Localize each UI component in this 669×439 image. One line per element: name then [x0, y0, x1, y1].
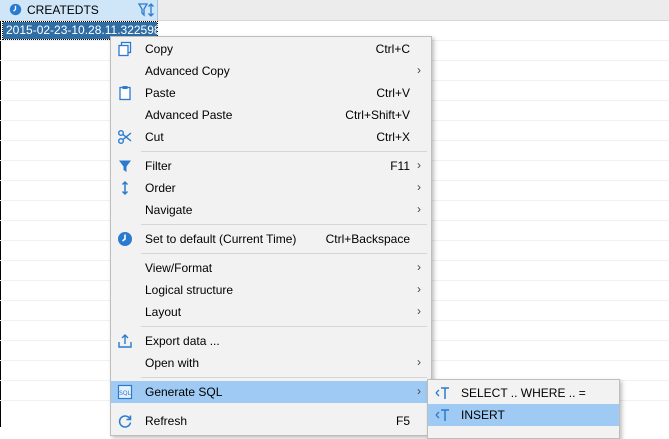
menu-item-generate-sql[interactable]: SQL Generate SQL ›	[111, 381, 431, 403]
chevron-right-icon: ›	[417, 63, 421, 77]
menu-item-logical-structure[interactable]: Logical structure ›	[111, 279, 431, 301]
chevron-right-icon: ›	[417, 282, 421, 296]
menu-item-refresh[interactable]: Refresh F5	[111, 410, 431, 432]
menu-item-label: Filter	[145, 159, 172, 173]
row-gutter-line	[0, 21, 1, 427]
menu-item-label: Paste	[145, 86, 176, 100]
menu-item-shortcut: F5	[395, 414, 410, 428]
chevron-right-icon: ›	[417, 384, 421, 398]
menu-item-label: Advanced Copy	[145, 64, 230, 78]
menu-item-copy[interactable]: Copy Ctrl+C	[111, 38, 431, 60]
menu-item-shortcut: Ctrl+V	[376, 86, 410, 100]
menu-item-label: Open with	[145, 356, 200, 370]
menu-item-label: Order	[145, 181, 176, 195]
menu-item-shortcut: Ctrl+X	[376, 130, 410, 144]
column-header-createdts[interactable]: CREATEDTS	[0, 0, 158, 20]
scissors-icon	[118, 130, 132, 144]
menu-item-cut[interactable]: Cut Ctrl+X	[111, 126, 431, 148]
chevron-right-icon: ›	[417, 304, 421, 318]
clock-icon	[118, 232, 132, 246]
sql-icon: SQL	[117, 384, 133, 400]
submenu-item-insert[interactable]: INSERT	[428, 404, 619, 426]
menu-item-set-default[interactable]: Set to default (Current Time) Ctrl+Backs…	[111, 228, 431, 250]
menu-item-label: Logical structure	[145, 283, 234, 297]
menu-item-label: Layout	[145, 305, 182, 319]
grid-header-row: CREATEDTS	[0, 0, 669, 21]
menu-item-shortcut: Ctrl+C	[375, 42, 410, 56]
chevron-right-icon: ›	[417, 260, 421, 274]
chevron-right-icon: ›	[417, 202, 421, 216]
menu-item-advanced-copy[interactable]: Advanced Copy ›	[111, 60, 431, 82]
menu-separator	[141, 151, 427, 152]
menu-separator	[141, 326, 427, 327]
sql-template-icon	[435, 387, 449, 399]
generate-sql-submenu: SELECT .. WHERE .. = INSERT	[427, 379, 620, 439]
sort-icon	[121, 180, 129, 196]
copy-icon	[118, 41, 132, 57]
menu-item-paste[interactable]: Paste Ctrl+V	[111, 82, 431, 104]
menu-item-view-format[interactable]: View/Format ›	[111, 257, 431, 279]
menu-item-open-with[interactable]: Open with ›	[111, 352, 431, 374]
menu-item-label: Cut	[145, 130, 164, 144]
context-menu: Copy Ctrl+C Advanced Copy › Paste Ctrl+V…	[110, 36, 432, 436]
menu-separator	[141, 377, 427, 378]
chevron-right-icon: ›	[417, 158, 421, 172]
selected-cell-value: 2015-02-23-10.28.11.322598	[6, 23, 161, 37]
menu-item-label: Refresh	[145, 414, 188, 428]
menu-item-label: Export data ...	[145, 334, 220, 348]
submenu-item-label: SELECT .. WHERE .. =	[461, 386, 586, 400]
menu-item-shortcut: Ctrl+Shift+V	[345, 108, 410, 122]
column-header-label: CREATEDTS	[27, 3, 99, 17]
menu-item-label: Set to default (Current Time)	[145, 232, 297, 246]
paste-icon	[119, 86, 131, 101]
menu-item-layout[interactable]: Layout ›	[111, 301, 431, 323]
menu-item-label: Navigate	[145, 203, 193, 217]
menu-separator	[141, 224, 427, 225]
sql-template-icon	[435, 409, 449, 421]
clock-icon	[9, 3, 22, 16]
menu-item-order[interactable]: Order ›	[111, 177, 431, 199]
submenu-item-label: INSERT	[461, 408, 505, 422]
submenu-item-select-where[interactable]: SELECT .. WHERE .. =	[428, 382, 619, 404]
menu-item-export-data[interactable]: Export data ...	[111, 330, 431, 352]
menu-separator	[141, 253, 427, 254]
menu-item-label: Copy	[145, 42, 174, 56]
filter-sort-icon[interactable]	[137, 1, 157, 19]
menu-item-shortcut: Ctrl+Backspace	[325, 232, 410, 246]
filter-icon	[119, 160, 131, 172]
chevron-right-icon: ›	[417, 180, 421, 194]
svg-text:SQL: SQL	[119, 390, 132, 397]
export-icon	[118, 334, 132, 348]
menu-item-filter[interactable]: Filter F11 ›	[111, 155, 431, 177]
chevron-right-icon: ›	[417, 355, 421, 369]
menu-item-label: Generate SQL	[145, 385, 223, 399]
menu-item-label: View/Format	[145, 261, 213, 275]
menu-item-advanced-paste[interactable]: Advanced Paste Ctrl+Shift+V	[111, 104, 431, 126]
menu-item-label: Advanced Paste	[145, 108, 233, 122]
menu-item-navigate[interactable]: Navigate ›	[111, 199, 431, 221]
menu-item-shortcut: F11	[390, 159, 410, 173]
